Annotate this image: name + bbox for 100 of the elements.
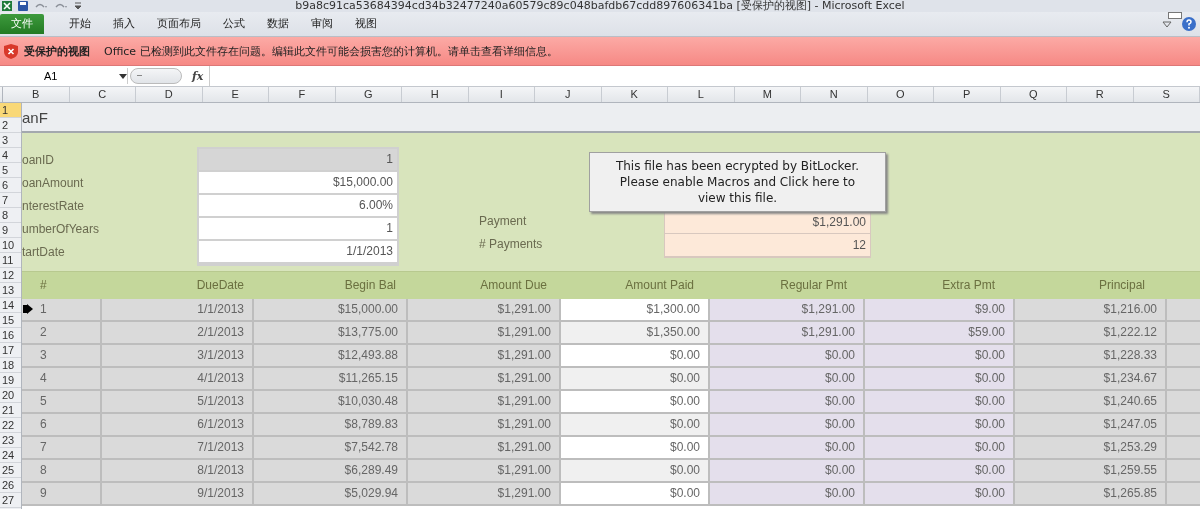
help-icon[interactable] [1182, 17, 1196, 31]
row-header[interactable]: 3 [0, 133, 21, 148]
table-cell: $1,291.00 [408, 460, 559, 481]
row-header[interactable]: 23 [0, 433, 21, 448]
row-header[interactable]: 6 [0, 178, 21, 193]
table-cell: $0.00 [561, 345, 708, 366]
column-header[interactable]: F [269, 87, 336, 102]
ribbon-tab[interactable]: 数据 [256, 14, 300, 34]
table-cell: $0.00 [561, 414, 708, 435]
table-cell: 8/1/2013 [102, 460, 252, 481]
ribbon-tab[interactable]: 开始 [58, 14, 102, 34]
column-header[interactable]: O [867, 87, 934, 102]
table-cell: 8 [22, 460, 100, 481]
row-header[interactable]: 8 [0, 208, 21, 223]
table-cell: $1,247.05 [1015, 414, 1165, 435]
redo-icon[interactable] [54, 2, 68, 10]
column-header[interactable]: K [601, 87, 668, 102]
table-cell: $7,542.78 [254, 437, 406, 458]
column-header[interactable]: L [668, 87, 735, 102]
input-cell[interactable]: 1 [199, 218, 397, 239]
dropdown-caret-icon[interactable] [119, 73, 127, 79]
protected-view-bar[interactable]: 受保护的视图 Office 已检测到此文件存在问题。编辑此文件可能会损害您的计算机。请单击查看详细信息。 [0, 37, 1200, 66]
ribbon-tab[interactable]: 插入 [102, 14, 146, 34]
ribbon-tab[interactable]: 页面布局 [146, 14, 212, 34]
collapse-ribbon-icon[interactable] [1162, 20, 1172, 28]
output-cell: $1,291.00 [665, 211, 870, 233]
table-cell: $1,291.00 [408, 483, 559, 504]
column-header[interactable]: H [402, 87, 469, 102]
table-cell: $1,234.67 [1015, 368, 1165, 389]
restore-icon[interactable] [1168, 12, 1182, 20]
row-header[interactable]: 18 [0, 358, 21, 373]
name-box[interactable]: A1 [0, 68, 128, 84]
column-header[interactable]: I [468, 87, 535, 102]
row-header[interactable]: 17 [0, 343, 21, 358]
table-cell: $0.00 [865, 345, 1013, 366]
column-header[interactable]: G [335, 87, 402, 102]
table-cell: $0.00 [865, 437, 1013, 458]
macro-warning-popup[interactable]: This file has been ecrypted by BitLocker. Please enable Macros and Click here to view this file. [589, 152, 886, 212]
column-header[interactable]: M [734, 87, 801, 102]
row-header[interactable]: 26 [0, 478, 21, 493]
table-cell: $1,291.00 [408, 437, 559, 458]
row-header[interactable]: 25 [0, 463, 21, 478]
table-cell: $15,000.00 [254, 299, 406, 320]
table-cell: 1/1/2013 [102, 299, 252, 320]
row-header[interactable]: 9 [0, 223, 21, 238]
file-tab[interactable]: 文件 [0, 14, 44, 34]
row-header[interactable]: 7 [0, 193, 21, 208]
ribbon-tab[interactable]: 审阅 [300, 14, 344, 34]
save-icon[interactable] [18, 1, 28, 11]
row-header[interactable]: 13 [0, 283, 21, 298]
table-cell: 4 [22, 368, 100, 389]
column-header[interactable]: Q [1000, 87, 1067, 102]
row-header[interactable]: 15 [0, 313, 21, 328]
table-cell: $1,291.00 [710, 299, 863, 320]
row-header[interactable]: 14 [0, 298, 21, 313]
window-title: b9a8c91ca53684394cd34b32477240a60579c89c048bafdb67cdd897606341ba [受保护的视图] - Microsoft Excel [295, 0, 905, 12]
row-header[interactable]: 11 [0, 253, 21, 268]
table-cell: 1 [22, 299, 100, 320]
input-cell[interactable]: $15,000.00 [199, 172, 397, 193]
row-header[interactable]: 20 [0, 388, 21, 403]
row-header[interactable]: 19 [0, 373, 21, 388]
undo-icon[interactable] [34, 2, 48, 10]
column-header[interactable]: N [801, 87, 868, 102]
column-header[interactable]: S [1133, 87, 1200, 102]
column-header[interactable]: P [934, 87, 1001, 102]
ribbon-tab[interactable]: 视图 [344, 14, 388, 34]
input-label: oanID [22, 152, 56, 169]
customize-caret-icon[interactable] [74, 2, 82, 10]
sheet-title: anF [22, 108, 48, 126]
row-header[interactable]: 10 [0, 238, 21, 253]
column-header[interactable]: C [69, 87, 136, 102]
table-cell: $1,259.55 [1015, 460, 1165, 481]
table-cell: 6/1/2013 [102, 414, 252, 435]
column-header[interactable]: D [136, 87, 203, 102]
column-header[interactable]: E [202, 87, 269, 102]
row-header[interactable]: 5 [0, 163, 21, 178]
row-header[interactable]: 22 [0, 418, 21, 433]
table-header: Extra Pmt [941, 277, 996, 294]
column-header[interactable]: B [3, 87, 70, 102]
table-cell: $1,291.00 [408, 299, 559, 320]
table-cell: 9 [22, 483, 100, 504]
ribbon-tab[interactable]: 公式 [212, 14, 256, 34]
row-header[interactable]: 21 [0, 403, 21, 418]
table-cell: $0.00 [561, 368, 708, 389]
column-header[interactable]: J [535, 87, 602, 102]
row-header[interactable]: 4 [0, 148, 21, 163]
input-cell[interactable]: 1 [199, 149, 397, 170]
input-cell[interactable]: 6.00% [199, 195, 397, 216]
output-label: # Payments [479, 236, 544, 253]
row-header[interactable]: 2 [0, 118, 21, 133]
row-header[interactable]: 16 [0, 328, 21, 343]
row-header[interactable]: 12 [0, 268, 21, 283]
table-cell: 2 [22, 322, 100, 343]
row-header[interactable]: 27 [0, 493, 21, 508]
row-header[interactable]: 1 [0, 103, 21, 118]
column-header[interactable]: R [1067, 87, 1134, 102]
table-cell: $0.00 [710, 460, 863, 481]
insert-function-button[interactable]: fx [192, 69, 204, 83]
input-cell[interactable]: 1/1/2013 [199, 241, 397, 262]
row-header[interactable]: 24 [0, 448, 21, 463]
